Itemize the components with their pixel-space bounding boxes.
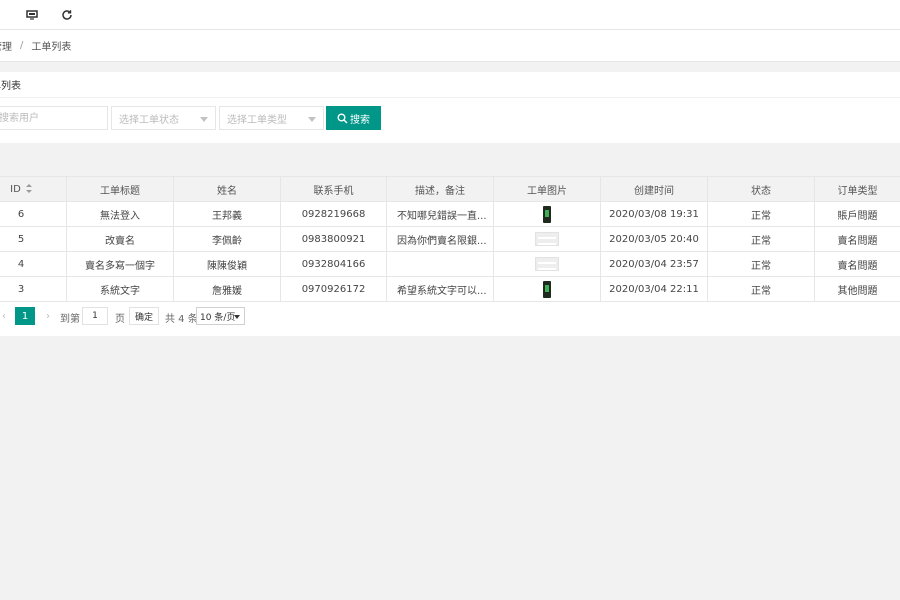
sort-icon[interactable] (25, 184, 32, 193)
ticket-status-select[interactable]: 选择工单状态 (111, 106, 216, 130)
cell-phone: 0928219668 (280, 201, 387, 227)
cell-image[interactable] (493, 276, 601, 302)
table-toolbar-strip (0, 143, 900, 176)
cell-created: 2020/03/08 19:31 (600, 201, 708, 227)
table-row[interactable]: 4 賣名多寫一個字 陳陳俊穎 0932804166 2020/03/04 23:… (0, 251, 900, 277)
search-user-input[interactable] (0, 106, 108, 130)
phone-screenshot-thumbnail[interactable] (543, 280, 551, 298)
cell-image[interactable] (493, 251, 601, 277)
next-page-icon[interactable]: › (42, 309, 54, 323)
search-button[interactable]: 搜索 (326, 106, 381, 130)
table-row[interactable]: 6 無法登入 王邦義 0928219668 不知哪兒錯誤一直... 2020/0… (0, 201, 900, 227)
page-number-input[interactable] (82, 307, 108, 325)
ticket-table: ID 工单标题 姓名 联系手机 描述，备注 工单图片 创建时间 状态 订单类型 … (0, 176, 900, 302)
total-count: 共 4 条 (165, 314, 198, 325)
cell-type: 賬戶問題 (814, 201, 900, 227)
prev-page-icon[interactable]: ‹ (0, 309, 10, 323)
search-button-label: 搜索 (350, 114, 370, 126)
cell-desc (386, 251, 494, 277)
chevron-down-icon (200, 117, 208, 122)
cell-type: 賣名問題 (814, 226, 900, 252)
confirm-page-button[interactable]: 确定 (129, 307, 159, 325)
col-header-phone: 联系手机 (280, 176, 387, 202)
chevron-down-icon (234, 315, 240, 319)
cell-status: 正常 (707, 226, 815, 252)
ticket-status-placeholder: 选择工单状态 (119, 114, 179, 126)
cell-image[interactable] (493, 226, 601, 252)
cell-title: 賣名多寫一個字 (66, 251, 174, 277)
table-row[interactable]: 5 改賣名 李佩齡 0983800921 因為你們賣名限銀... 2020/03… (0, 226, 900, 252)
cell-title: 無法登入 (66, 201, 174, 227)
cell-status: 正常 (707, 276, 815, 302)
cell-id: 5 (0, 226, 67, 252)
cell-name: 陳陳俊穎 (173, 251, 281, 277)
page-unit-label: 页 (115, 314, 125, 325)
cell-phone: 0983800921 (280, 226, 387, 252)
page-button-current[interactable]: 1 (15, 307, 35, 325)
ticket-type-select[interactable]: 选择工单类型 (219, 106, 324, 130)
cell-title: 系統文字 (66, 276, 174, 302)
cell-title: 改賣名 (66, 226, 174, 252)
col-header-name: 姓名 (173, 176, 281, 202)
col-header-id[interactable]: ID (0, 176, 67, 202)
breadcrumb: 管理 / 工单列表 (0, 30, 900, 62)
cell-id: 6 (0, 201, 67, 227)
cell-phone: 0932804166 (280, 251, 387, 277)
ticket-list-card: 单列表 选择工单状态 选择工单类型 搜索 ID 工单标题 姓名 联系手机 描述 (0, 72, 900, 336)
cell-phone: 0970926172 (280, 276, 387, 302)
cell-status: 正常 (707, 251, 815, 277)
cell-type: 其他問題 (814, 276, 900, 302)
col-header-image: 工单图片 (493, 176, 601, 202)
cell-created: 2020/03/05 20:40 (600, 226, 708, 252)
cell-name: 王邦義 (173, 201, 281, 227)
top-toolbar (0, 0, 900, 30)
table-row[interactable]: 3 系統文字 詹雅媛 0970926172 希望系統文字可以... 2020/0… (0, 276, 900, 302)
cell-id: 3 (0, 276, 67, 302)
breadcrumb-item-manage[interactable]: 管理 (0, 38, 12, 53)
col-header-status: 状态 (707, 176, 815, 202)
ticket-type-placeholder: 选择工单类型 (227, 114, 287, 126)
col-header-created: 创建时间 (600, 176, 708, 202)
cell-created: 2020/03/04 23:57 (600, 251, 708, 277)
card-title: 单列表 (0, 81, 21, 92)
col-header-type: 订单类型 (814, 176, 900, 202)
cell-id: 4 (0, 251, 67, 277)
goto-label: 到第 (60, 314, 80, 325)
card-header: 单列表 (0, 72, 900, 98)
cell-type: 賣名問題 (814, 251, 900, 277)
col-header-desc: 描述，备注 (386, 176, 494, 202)
cell-name: 詹雅媛 (173, 276, 281, 302)
breadcrumb-item-ticket-list: 工单列表 (31, 42, 72, 53)
page-size-select[interactable]: 10 条/页 (196, 307, 245, 325)
cell-image[interactable] (493, 201, 601, 227)
image-placeholder-thumbnail[interactable] (535, 257, 559, 271)
page-size-value: 10 条/页 (200, 312, 236, 323)
image-placeholder-thumbnail[interactable] (535, 232, 559, 246)
breadcrumb-separator: / (20, 40, 24, 51)
cell-name: 李佩齡 (173, 226, 281, 252)
cell-created: 2020/03/04 22:11 (600, 276, 708, 302)
table-header-row: ID 工单标题 姓名 联系手机 描述，备注 工单图片 创建时间 状态 订单类型 (0, 176, 900, 202)
cell-desc: 不知哪兒錯誤一直... (386, 201, 494, 227)
search-icon (337, 113, 348, 124)
cell-desc: 希望系統文字可以... (386, 276, 494, 302)
chevron-down-icon (308, 117, 316, 122)
cell-status: 正常 (707, 201, 815, 227)
col-header-title: 工单标题 (66, 176, 174, 202)
cell-desc: 因為你們賣名限銀... (386, 226, 494, 252)
screen-icon[interactable] (25, 8, 39, 22)
phone-screenshot-thumbnail[interactable] (543, 205, 551, 223)
refresh-icon[interactable] (60, 8, 74, 22)
